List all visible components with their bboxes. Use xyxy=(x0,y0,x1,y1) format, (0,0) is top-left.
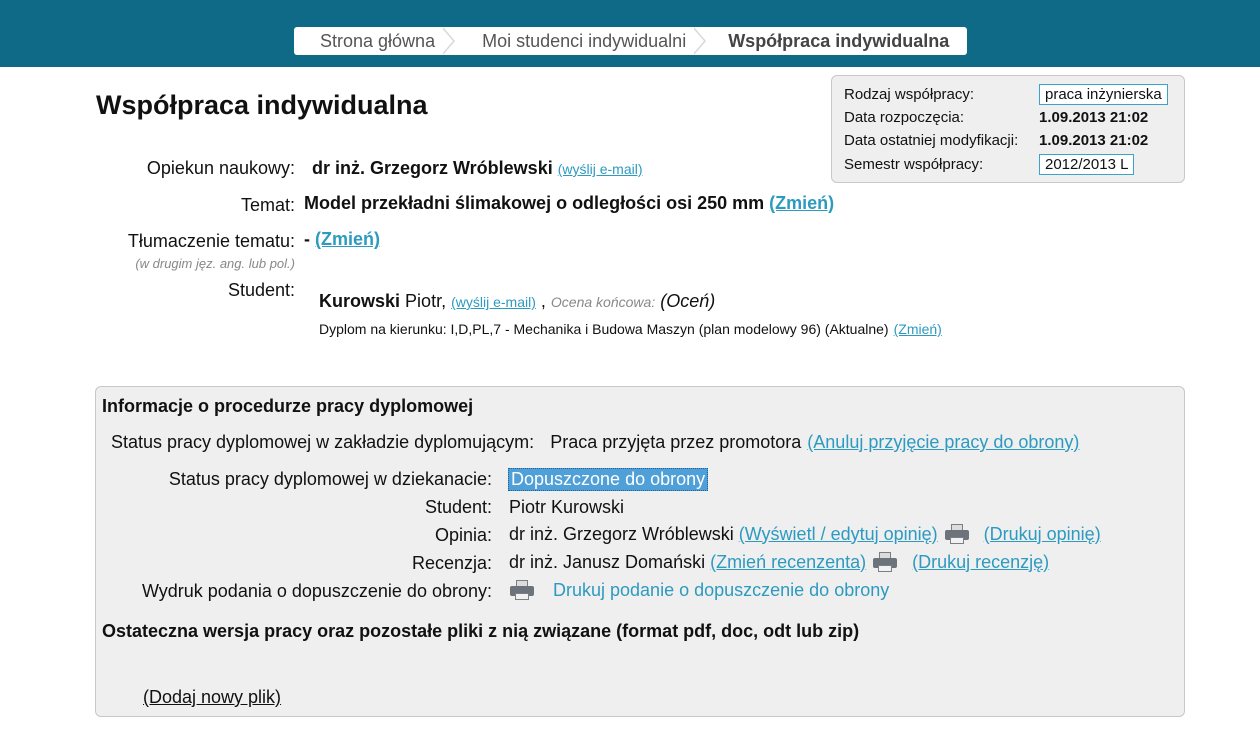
topic-row: Model przekładni ślimakowej o odległości… xyxy=(304,193,834,214)
diploma-program-text: Dyplom na kierunku: I,D,PL,7 - Mechanika… xyxy=(319,321,889,337)
breadcrumb-separator xyxy=(692,27,708,55)
info-label: Semestr współpracy: xyxy=(844,155,984,173)
review-label: Recenzja: xyxy=(411,553,492,573)
department-status-label: Status pracy dyplomowej w zakładzie dypl… xyxy=(111,432,535,452)
supervisor-row: dr inż. Grzegorz Wróblewski (wyślij e-ma… xyxy=(312,158,643,179)
info-row-start-date: Data rozpoczęcia: 1.09.2013 21:02 xyxy=(844,106,1148,128)
procedure-heading: Informacje o procedurze pracy dyplomowej xyxy=(102,396,474,416)
deanery-status-row: Dopuszczone do obrony xyxy=(508,468,709,491)
topic-translation-label: Tłumaczenie tematu: xyxy=(127,231,295,251)
reviewer-name: dr inż. Janusz Domański xyxy=(509,551,706,572)
top-bar: Strona główna Moi studenci indywidualni … xyxy=(0,0,1260,67)
info-row-type: Rodzaj współpracy: praca inżynierska xyxy=(844,83,1168,105)
topic-value: Model przekładni ślimakowej o odległości… xyxy=(304,193,765,213)
printer-icon[interactable] xyxy=(509,579,535,601)
procedure-student-label: Student: xyxy=(424,497,492,517)
info-row-semester: Semestr współpracy: 2012/2013 L xyxy=(844,153,1135,175)
page-title: Współpraca indywidualna xyxy=(96,90,428,120)
topic-translation-value: - xyxy=(304,229,310,249)
student-surname: Kurowski xyxy=(319,291,401,311)
cooperation-type-value: praca inżynierska xyxy=(1039,83,1168,105)
topic-translation-change-link[interactable]: (Zmień) xyxy=(315,229,380,249)
info-row-modified-date: Data ostatniej modyfikacji: 1.09.2013 21… xyxy=(844,129,1148,151)
start-date-value: 1.09.2013 21:02 xyxy=(1039,108,1149,126)
thesis-procedure-panel: Informacje o procedurze pracy dyplomowej… xyxy=(95,386,1185,717)
print-defense-application-link[interactable]: Drukuj podanie o dopuszczenie do obrony xyxy=(553,580,889,601)
cooperation-info-box: Rodzaj współpracy: praca inżynierska Dat… xyxy=(831,75,1185,183)
opinion-author: dr inż. Grzegorz Wróblewski xyxy=(509,523,734,544)
deanery-status-label: Status pracy dyplomowej w dziekanacie: xyxy=(168,469,492,489)
cancel-acceptance-link[interactable]: (Anuluj przyjęcie pracy do obrony) xyxy=(807,432,1079,453)
change-reviewer-link[interactable]: (Zmień recenzenta) xyxy=(710,552,866,573)
topic-change-link[interactable]: (Zmień) xyxy=(769,193,834,213)
printer-icon[interactable] xyxy=(944,523,970,545)
opinion-row: dr inż. Grzegorz Wróblewski (Wyświetl / … xyxy=(509,523,1101,545)
printer-icon[interactable] xyxy=(872,551,898,573)
supervisor-name: dr inż. Grzegorz Wróblewski xyxy=(312,158,553,178)
modified-date-value: 1.09.2013 21:02 xyxy=(1039,131,1149,149)
final-files-heading: Ostateczna wersja pracy oraz pozostałe p… xyxy=(102,621,860,641)
opinion-label: Opinia: xyxy=(434,525,492,545)
deanery-status-value: Dopuszczone do obrony xyxy=(508,468,709,491)
breadcrumb-home[interactable]: Strona główna xyxy=(294,27,443,55)
diploma-row: Dyplom na kierunku: I,D,PL,7 - Mechanika… xyxy=(319,318,942,339)
defense-application-label: Wydruk podania o dopuszczenie do obrony: xyxy=(141,581,492,601)
add-new-file-link[interactable]: (Dodaj nowy plik) xyxy=(143,687,281,708)
comma-separator: , xyxy=(540,291,546,311)
review-row: dr inż. Janusz Domański (Zmień recenzent… xyxy=(509,551,1049,573)
breadcrumb-separator xyxy=(441,27,457,55)
final-grade-label: Ocena końcowa: xyxy=(550,294,656,310)
diploma-change-link[interactable]: (Zmień) xyxy=(894,321,942,337)
semester-value: 2012/2013 L xyxy=(1039,153,1135,175)
final-grade-link[interactable]: (Oceń) xyxy=(660,291,715,311)
department-status-row: Status pracy dyplomowej w zakładzie dypl… xyxy=(111,432,1079,453)
print-opinion-link[interactable]: (Drukuj opinię) xyxy=(984,524,1101,545)
student-firstname: Piotr, xyxy=(405,291,447,311)
student-row: Kurowski Piotr, (wyślij e-mail) , Ocena … xyxy=(319,291,715,312)
info-label: Rodzaj współpracy: xyxy=(844,85,975,103)
defense-application-row: Drukuj podanie o dopuszczenie do obrony xyxy=(509,579,889,601)
info-label: Data rozpoczęcia: xyxy=(844,108,965,126)
procedure-student-value: Piotr Kurowski xyxy=(509,497,625,517)
print-review-link[interactable]: (Drukuj recenzję) xyxy=(912,552,1049,573)
breadcrumb-current: Współpraca indywidualna xyxy=(728,30,950,51)
department-status-value: Praca przyjęta przez promotora xyxy=(550,432,802,452)
topic-translation-row: - (Zmień) xyxy=(304,229,380,250)
breadcrumb: Strona główna Moi studenci indywidualni … xyxy=(294,27,968,55)
breadcrumb-my-students[interactable]: Moi studenci indywidualni xyxy=(457,27,694,55)
topic-label: Temat: xyxy=(240,195,295,215)
edit-opinion-link[interactable]: (Wyświetl / edytuj opinię) xyxy=(739,524,938,545)
topic-translation-sublabel: (w drugim jęz. ang. lub pol.) xyxy=(135,256,295,271)
student-label: Student: xyxy=(227,280,295,300)
supervisor-label: Opiekun naukowy: xyxy=(146,158,295,178)
info-label: Data ostatniej modyfikacji: xyxy=(844,131,1019,149)
student-send-email-link[interactable]: (wyślij e-mail) xyxy=(451,294,536,310)
supervisor-send-email-link[interactable]: (wyślij e-mail) xyxy=(558,161,643,177)
